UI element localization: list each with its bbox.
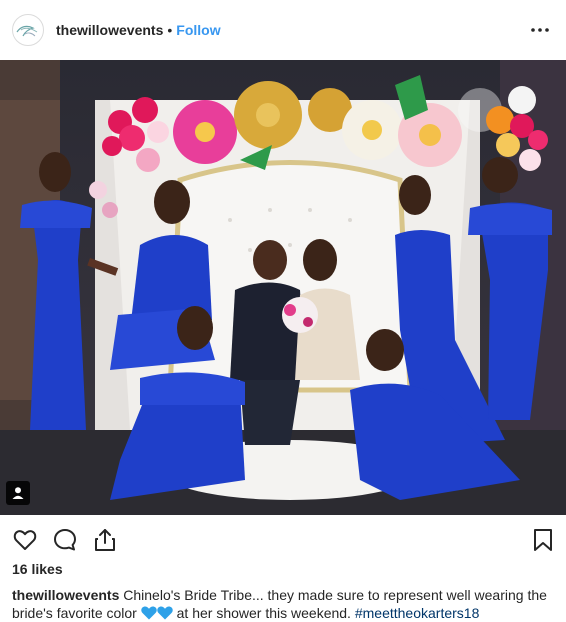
more-options-icon[interactable] <box>528 18 552 42</box>
likes-count[interactable]: 16 likes <box>12 561 63 577</box>
post-caption: thewillowevents Chinelo's Bride Tribe...… <box>12 586 552 622</box>
blue-heart-emoji <box>141 606 157 620</box>
blue-heart-emoji <box>157 606 173 620</box>
user-tag-icon[interactable] <box>6 481 30 505</box>
caption-text-end: at her shower this weekend. <box>172 605 355 621</box>
post-header: thewillowevents • Follow <box>0 0 566 60</box>
share-icon[interactable] <box>92 527 118 553</box>
profile-avatar[interactable] <box>12 14 44 46</box>
instagram-post: thewillowevents • Follow 16 likes thewil… <box>0 0 566 622</box>
heart-icon[interactable] <box>12 527 38 553</box>
follow-button[interactable]: Follow <box>176 22 220 38</box>
post-actions <box>0 515 566 561</box>
willow-logo-icon <box>16 25 38 37</box>
post-photo[interactable] <box>0 60 566 515</box>
post-username[interactable]: thewillowevents <box>56 22 163 38</box>
bridal-party-photo <box>0 60 566 515</box>
comment-icon[interactable] <box>52 527 78 553</box>
bookmark-icon[interactable] <box>530 527 556 553</box>
caption-hashtag[interactable]: #meettheokarters18 <box>355 605 480 621</box>
header-separator: • <box>167 22 173 38</box>
caption-username[interactable]: thewillowevents <box>12 587 119 603</box>
